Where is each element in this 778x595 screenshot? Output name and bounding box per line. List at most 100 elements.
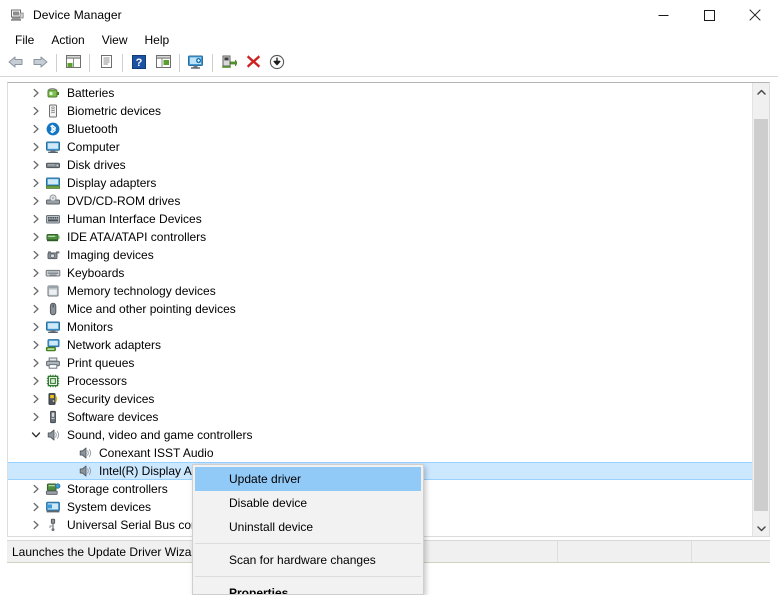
tree-item[interactable]: Security devices <box>8 390 753 408</box>
chevron-right-icon[interactable] <box>28 175 44 191</box>
network-adapter-icon <box>45 337 61 353</box>
chevron-right-icon[interactable] <box>28 265 44 281</box>
minimize-button[interactable] <box>640 0 686 30</box>
tree-item[interactable]: Computer <box>8 138 753 156</box>
dvd-drive-icon <box>45 193 61 209</box>
keyboard-icon <box>45 265 61 281</box>
chevron-right-icon[interactable] <box>28 85 44 101</box>
tree-item[interactable]: Monitors <box>8 318 753 336</box>
context-menu-uninstall-device[interactable]: Uninstall device <box>195 515 421 539</box>
tree-item[interactable]: Display adapters <box>8 174 753 192</box>
tree-item[interactable]: Human Interface Devices <box>8 210 753 228</box>
chevron-right-icon[interactable] <box>28 193 44 209</box>
context-menu: Update driver Disable device Uninstall dev… <box>192 464 424 595</box>
tree-item[interactable]: Network adapters <box>8 336 753 354</box>
tree-item-label: Print queues <box>67 355 135 370</box>
tree-item[interactable]: Disk drives <box>8 156 753 174</box>
chevron-right-icon[interactable] <box>28 517 44 533</box>
tree-item[interactable]: Conexant ISST Audio <box>8 444 753 462</box>
tree-item-label: Computer <box>67 139 120 154</box>
tree-item[interactable]: Imaging devices <box>8 246 753 264</box>
tree-item[interactable]: IDE ATA/ATAPI controllers <box>8 228 753 246</box>
chevron-right-icon[interactable] <box>28 157 44 173</box>
properties-button[interactable] <box>94 52 118 75</box>
tree-item[interactable]: Memory technology devices <box>8 282 753 300</box>
tree-item-label: Keyboards <box>67 265 125 280</box>
tree-item[interactable]: Software devices <box>8 408 753 426</box>
chevron-right-icon[interactable] <box>28 139 44 155</box>
back-button[interactable] <box>4 52 28 75</box>
context-menu-update-driver[interactable]: Update driver <box>195 467 421 491</box>
chevron-right-icon[interactable] <box>28 499 44 515</box>
menubar-item-action[interactable]: Action <box>43 31 93 49</box>
view-button[interactable] <box>151 52 175 75</box>
red-x-icon <box>246 54 261 72</box>
show-hide-console-tree-button[interactable] <box>61 52 85 75</box>
tree-item[interactable]: Print queues <box>8 354 753 372</box>
scan-for-hardware-changes-button[interactable] <box>184 52 208 75</box>
tree-item-label: Imaging devices <box>67 247 154 262</box>
window-title: Device Manager <box>33 8 122 22</box>
scroll-up-button[interactable] <box>753 83 769 100</box>
tree-item-label: Conexant ISST Audio <box>99 445 214 460</box>
update-driver-button[interactable] <box>265 52 289 75</box>
twisty-placeholder <box>60 463 76 479</box>
chevron-right-icon[interactable] <box>28 355 44 371</box>
tree-item[interactable]: Biometric devices <box>8 102 753 120</box>
close-button[interactable] <box>732 0 778 30</box>
imaging-device-icon <box>45 247 61 263</box>
tree-item-label: Disk drives <box>67 157 126 172</box>
chevron-right-icon[interactable] <box>28 121 44 137</box>
battery-icon <box>45 85 61 101</box>
vertical-scrollbar[interactable] <box>752 83 769 536</box>
chevron-right-icon[interactable] <box>28 247 44 263</box>
chevron-right-icon[interactable] <box>28 391 44 407</box>
forward-arrow-icon <box>31 54 49 73</box>
status-cell-2 <box>558 541 692 562</box>
chevron-right-icon[interactable] <box>28 481 44 497</box>
security-device-icon <box>45 391 61 407</box>
enable-device-button[interactable] <box>217 52 241 75</box>
scroll-down-button[interactable] <box>753 519 769 536</box>
chevron-right-icon[interactable] <box>28 229 44 245</box>
menubar-item-file[interactable]: File <box>7 31 43 49</box>
window-controls <box>640 0 778 30</box>
tree-item[interactable]: Batteries <box>8 84 753 102</box>
chevron-right-icon[interactable] <box>28 373 44 389</box>
tree-item[interactable]: Bluetooth <box>8 120 753 138</box>
uninstall-device-button[interactable] <box>241 52 265 75</box>
chevron-right-icon[interactable] <box>28 103 44 119</box>
device-manager-icon <box>9 7 25 23</box>
chevron-right-icon[interactable] <box>28 319 44 335</box>
scrollbar-thumb[interactable] <box>754 119 768 511</box>
tree-item[interactable]: Keyboards <box>8 264 753 282</box>
bluetooth-icon <box>45 121 61 137</box>
toolbar: ? <box>0 50 778 77</box>
memory-device-icon <box>45 283 61 299</box>
chevron-right-icon[interactable] <box>28 409 44 425</box>
chevron-down-icon[interactable] <box>28 427 44 443</box>
chevron-right-icon[interactable] <box>28 211 44 227</box>
chevron-right-icon[interactable] <box>28 283 44 299</box>
context-menu-properties[interactable]: Properties <box>195 581 421 594</box>
maximize-button[interactable] <box>686 0 732 30</box>
tree-item[interactable]: Processors <box>8 372 753 390</box>
menubar-item-help[interactable]: Help <box>137 31 179 49</box>
software-device-icon <box>45 409 61 425</box>
chevron-right-icon[interactable] <box>28 337 44 353</box>
context-menu-disable-device[interactable]: Disable device <box>195 491 421 515</box>
tree-item[interactable]: Mice and other pointing devices <box>8 300 753 318</box>
toolbar-separator <box>122 54 123 72</box>
chevron-right-icon[interactable] <box>28 301 44 317</box>
context-menu-scan-for-hardware-changes[interactable]: Scan for hardware changes <box>195 548 421 572</box>
tree-item-label: Biometric devices <box>67 103 162 118</box>
printer-icon <box>45 355 61 371</box>
help-button[interactable]: ? <box>127 52 151 75</box>
forward-button[interactable] <box>28 52 52 75</box>
tree-item[interactable]: Sound, video and game controllers <box>8 426 753 444</box>
menubar-item-view[interactable]: View <box>94 31 137 49</box>
title-bar: Device Manager <box>0 0 778 30</box>
tree-item[interactable]: DVD/CD-ROM drives <box>8 192 753 210</box>
toolbar-separator <box>56 54 57 72</box>
tree-item-label: Display adapters <box>67 175 157 190</box>
